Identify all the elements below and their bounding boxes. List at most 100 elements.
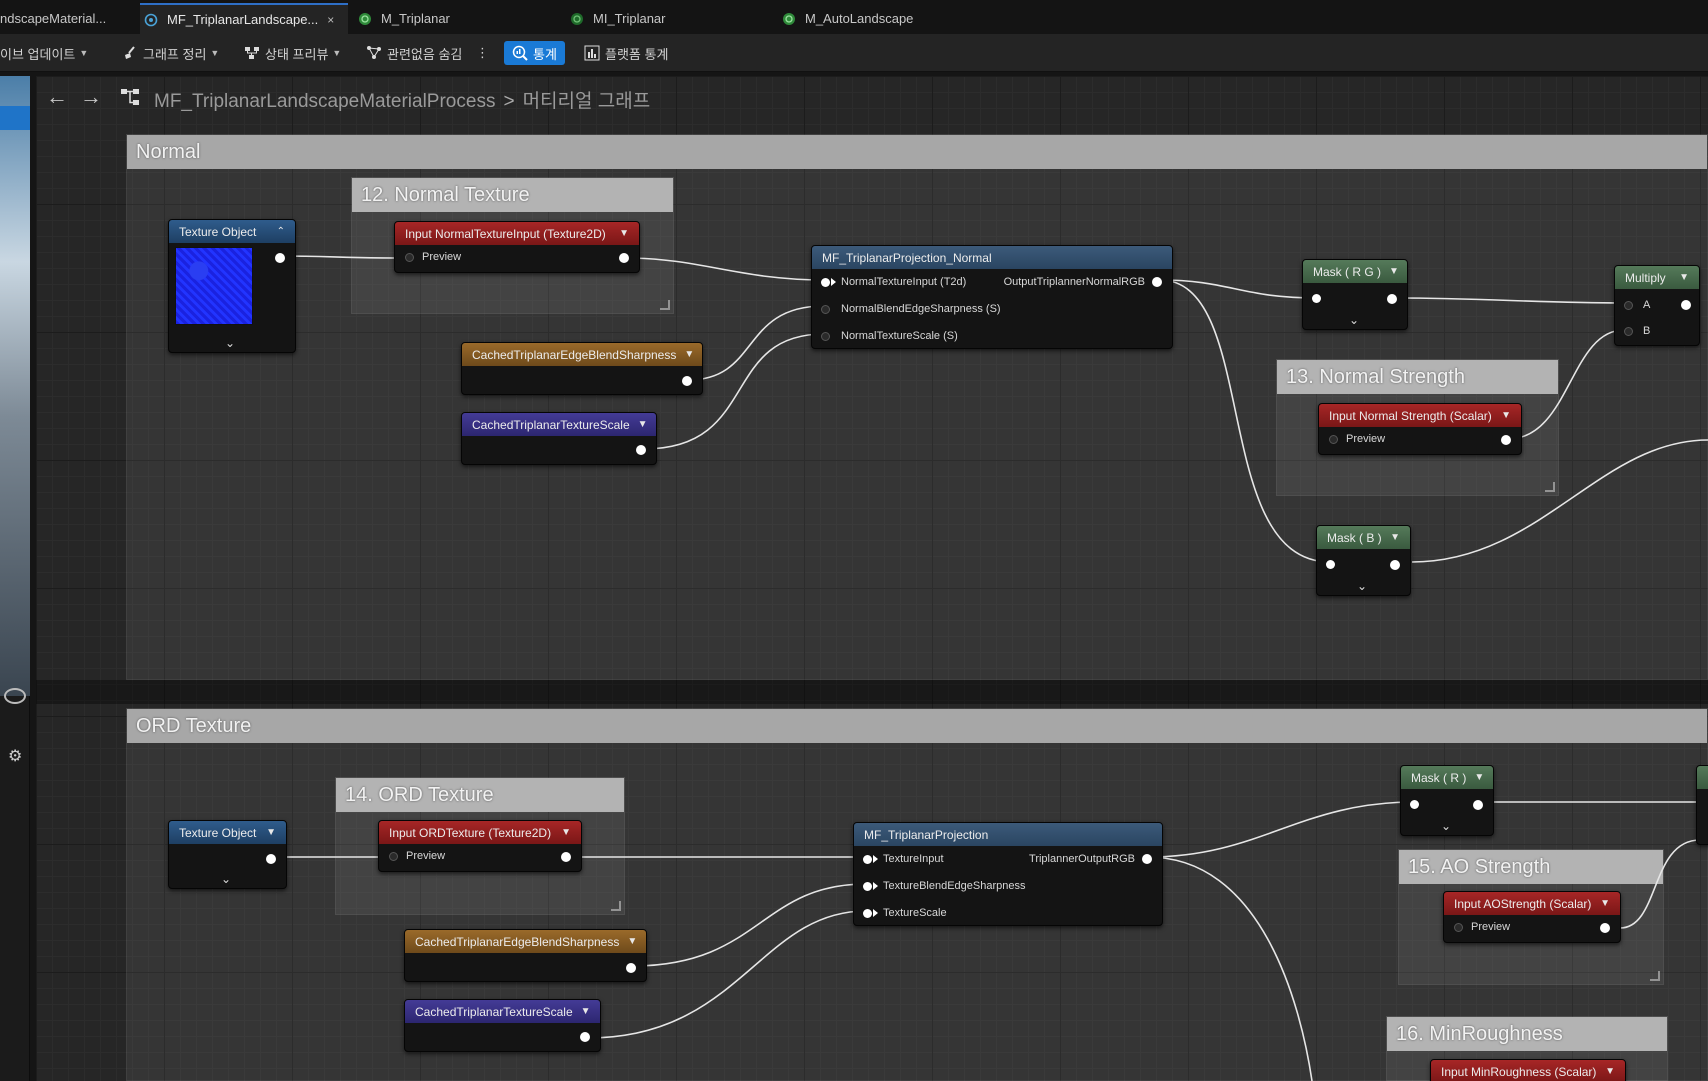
input-pin[interactable] (1624, 326, 1633, 336)
chevron-down-icon[interactable]: ⌄ (221, 872, 231, 886)
input-pin[interactable] (863, 908, 872, 918)
chevron-down-icon[interactable]: ⌄ (1441, 819, 1451, 833)
clean-graph-button[interactable]: 그래프 정리 ▼ (122, 41, 219, 65)
more-options-button[interactable]: ⋮ (476, 41, 489, 65)
breadcrumb-root[interactable]: MF_TriplanarLandscapeMaterialProcess (154, 91, 495, 112)
tab-mf-triplanar-landscape[interactable]: MF_TriplanarLandscape... × (140, 3, 348, 34)
chevron-down-icon[interactable]: ▼ (684, 349, 694, 360)
node-header: Input NormalTextureInput (Texture2D) ▼ (395, 222, 639, 245)
input-pin[interactable] (1624, 300, 1633, 310)
node-texture-object[interactable]: Texture Object ⌃ ⌄ (168, 219, 296, 353)
input-pin[interactable] (821, 304, 830, 314)
resize-grip-icon[interactable] (611, 901, 621, 911)
node-offscreen-partial[interactable] (1696, 765, 1708, 845)
tab-landscape-material[interactable]: ndscapeMaterial... (0, 3, 140, 34)
output-pin[interactable] (266, 854, 276, 864)
output-pin[interactable] (580, 1032, 590, 1042)
input-pin[interactable] (821, 277, 830, 287)
node-input-min-roughness[interactable]: Input MinRoughness (Scalar) ▼ (1430, 1059, 1626, 1081)
input-pin[interactable] (1326, 560, 1335, 569)
node-cached-texture-scale[interactable]: CachedTriplanarTextureScale ▼ (461, 412, 657, 465)
output-pin[interactable] (682, 376, 692, 386)
chevron-down-icon[interactable]: ⌄ (225, 336, 235, 350)
chevron-down-icon[interactable]: ▼ (627, 936, 637, 947)
input-pin[interactable] (863, 854, 872, 864)
node-input-normal-texture[interactable]: Input NormalTextureInput (Texture2D) ▼ Pr… (394, 221, 640, 273)
output-pin[interactable] (636, 445, 646, 455)
node-cached-edge-blend-sharpness-ord[interactable]: CachedTriplanarEdgeBlendSharpness ▼ (404, 929, 647, 982)
chevron-down-icon[interactable]: ▼ (638, 419, 648, 430)
chevron-down-icon[interactable]: ⌄ (1349, 313, 1359, 327)
tab-mi-triplanar[interactable]: MI_Triplanar (568, 3, 768, 34)
node-mf-triplanar-projection[interactable]: MF_TriplanarProjection TextureInput Text… (853, 822, 1163, 926)
node-texture-object-ord[interactable]: Texture Object ▼ ⌄ (168, 820, 287, 889)
node-header: MF_TriplanarProjection (854, 823, 1162, 846)
chevron-down-icon[interactable]: ▼ (581, 1006, 591, 1017)
chevron-up-icon[interactable]: ⌃ (277, 226, 285, 237)
node-mask-r[interactable]: Mask ( R ) ▼ ⌄ (1400, 765, 1494, 836)
input-pin[interactable] (1329, 434, 1338, 444)
input-pin[interactable] (863, 881, 872, 891)
state-preview-button[interactable]: 상태 프리뷰 ▼ (244, 41, 341, 65)
output-pin[interactable] (1152, 277, 1162, 287)
node-multiply[interactable]: Multiply ▼ A B (1614, 265, 1700, 346)
output-pin[interactable] (1681, 300, 1691, 310)
output-pin[interactable] (626, 963, 636, 973)
node-mask-b[interactable]: Mask ( B ) ▼ ⌄ (1316, 525, 1411, 596)
node-mask-rg[interactable]: Mask ( R G ) ▼ ⌄ (1302, 259, 1408, 330)
input-pin[interactable] (821, 331, 830, 341)
pin-label: TextureScale (883, 907, 947, 919)
node-header: CachedTriplanarEdgeBlendSharpness ▼ (405, 930, 646, 953)
platform-stats-button[interactable]: 플랫폼 통계 (584, 41, 668, 65)
chevron-down-icon[interactable]: ▼ (266, 827, 276, 838)
preview-pin-row: Preview (389, 850, 445, 862)
node-mf-triplanar-projection-normal[interactable]: MF_TriplanarProjection_Normal NormalText… (811, 245, 1173, 349)
input-pin[interactable] (1312, 294, 1321, 303)
chevron-down-icon[interactable]: ▼ (1390, 532, 1400, 543)
resize-grip-icon[interactable] (1650, 971, 1660, 981)
stats-button[interactable]: 통계 (504, 41, 565, 65)
chevron-down-icon[interactable]: ▼ (561, 827, 571, 838)
tab-m-autolandscape[interactable]: M_AutoLandscape (780, 3, 980, 34)
output-pin[interactable] (561, 852, 571, 862)
input-pin[interactable] (389, 851, 398, 861)
sphere-preview-icon[interactable] (4, 688, 26, 704)
chevron-down-icon[interactable]: ▼ (619, 228, 629, 239)
output-pin[interactable] (275, 253, 285, 263)
chevron-down-icon[interactable]: ▼ (1605, 1066, 1615, 1077)
output-pin[interactable] (1473, 800, 1483, 810)
chevron-down-icon[interactable]: ▼ (1474, 772, 1484, 783)
back-arrow-icon[interactable]: ← (46, 84, 68, 110)
input-pin[interactable] (1454, 922, 1463, 932)
output-pin[interactable] (619, 253, 629, 263)
output-pin[interactable] (1387, 294, 1397, 304)
live-update-dropdown[interactable]: 이브 업데이트 ▼ (0, 41, 88, 65)
input-pin[interactable] (1410, 800, 1419, 809)
chevron-down-icon[interactable]: ▼ (1389, 266, 1399, 277)
chevron-down-icon[interactable]: ▼ (1501, 410, 1511, 421)
input-pin[interactable] (405, 252, 414, 262)
node-input-normal-strength[interactable]: Input Normal Strength (Scalar) ▼ Preview (1318, 403, 1522, 455)
gear-icon[interactable]: ⚙ (8, 746, 22, 766)
chevron-down-icon[interactable]: ▼ (1600, 898, 1610, 909)
output-pin[interactable] (1390, 560, 1400, 570)
output-pin[interactable] (1501, 435, 1511, 445)
node-input-ao-strength[interactable]: Input AOStrength (Scalar) ▼ Preview (1443, 891, 1621, 943)
node-cached-texture-scale-ord[interactable]: CachedTriplanarTextureScale ▼ (404, 999, 601, 1052)
output-pin[interactable] (1600, 923, 1610, 933)
forward-arrow-icon[interactable]: → (80, 84, 102, 110)
chevron-down-icon[interactable]: ⌄ (1357, 579, 1367, 593)
resize-grip-icon[interactable] (1545, 482, 1555, 492)
tab-m-triplanar[interactable]: M_Triplanar (356, 3, 556, 34)
node-input-ord-texture[interactable]: Input ORDTexture (Texture2D) ▼ Preview (378, 820, 582, 872)
close-icon[interactable]: × (327, 13, 334, 27)
resize-grip-icon[interactable] (660, 300, 670, 310)
stats-icon (512, 45, 528, 61)
tab-label: M_AutoLandscape (805, 11, 914, 26)
hide-unrelated-button[interactable]: 관련없음 숨김 (366, 41, 462, 65)
node-cached-edge-blend-sharpness[interactable]: CachedTriplanarEdgeBlendSharpness ▼ (461, 342, 703, 395)
chevron-down-icon[interactable]: ▼ (1679, 272, 1689, 283)
output-pin[interactable] (1142, 854, 1152, 864)
node-title: MF_TriplanarProjection_Normal (822, 250, 992, 265)
node-header: CachedTriplanarTextureScale ▼ (405, 1000, 600, 1023)
